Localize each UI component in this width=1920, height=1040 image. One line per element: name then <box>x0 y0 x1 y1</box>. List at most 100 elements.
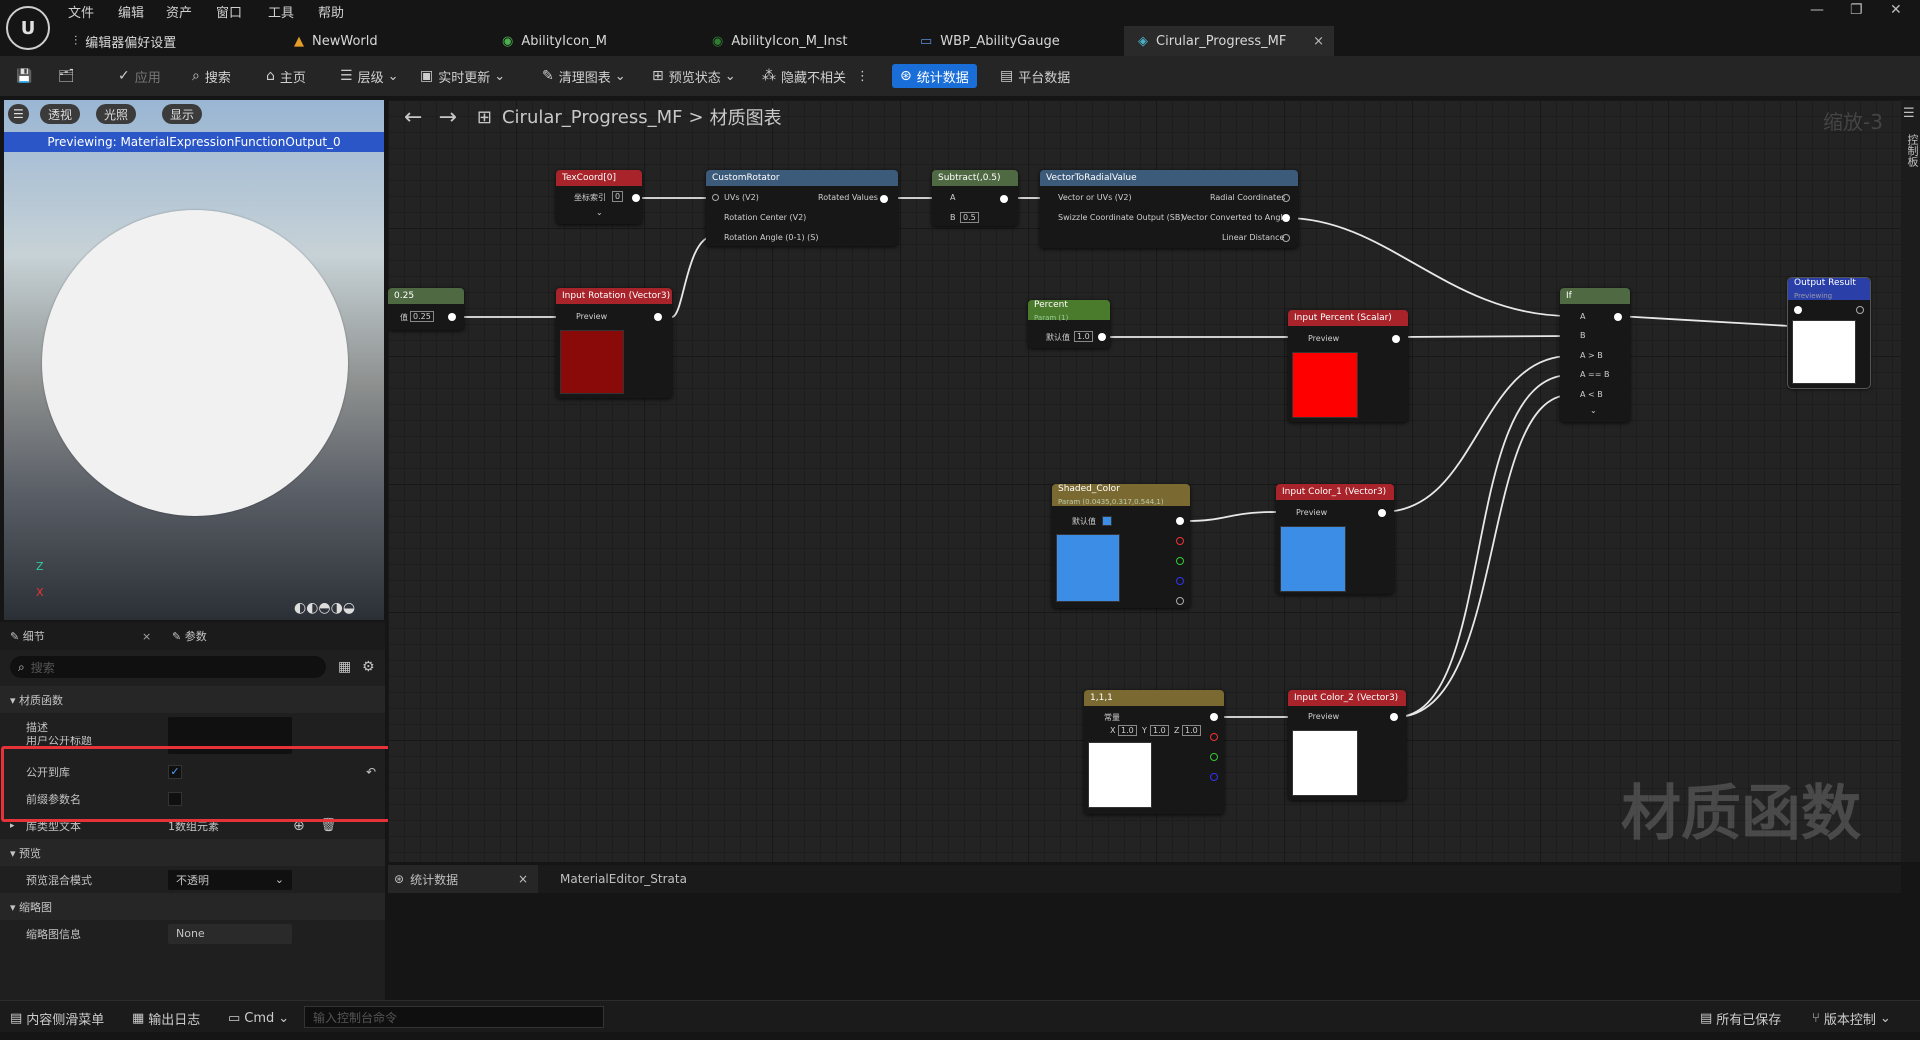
home-button[interactable]: ⌂ 主页 <box>266 64 306 88</box>
details-tab[interactable]: ✎ 细节 <box>10 628 45 644</box>
tab-abilityicon-m-inst[interactable]: ◉ AbilityIcon_M_Inst <box>698 26 898 56</box>
pin-output[interactable] <box>654 313 662 321</box>
node-percent[interactable]: Percent Param (1) 默认值 1.0 <box>1028 300 1110 348</box>
palette-strip[interactable]: ☰ 控制板 <box>1901 100 1920 862</box>
tab-wbp-abilitygauge[interactable]: ▭ WBP_AbilityGauge <box>906 26 1116 56</box>
live-update-button[interactable]: ▣ 实时更新 ⌄ <box>420 64 505 88</box>
node-custom-rotator[interactable]: CustomRotator UVs (V2) Rotation Center (… <box>706 170 898 246</box>
output-log-button[interactable]: ▦ 输出日志 <box>132 1008 200 1028</box>
hide-unrelated-button[interactable]: ⁂ 隐藏不相关 ⋮ <box>762 64 869 88</box>
pin-output-b[interactable] <box>1210 773 1218 781</box>
category-material-function[interactable]: ▾ 材质函数 <box>0 686 385 713</box>
menu-window[interactable]: 窗口 <box>216 2 242 21</box>
show-button[interactable]: 显示 <box>162 104 203 124</box>
pin-input[interactable] <box>712 194 719 201</box>
node-subtract[interactable]: Subtract(,0.5) A B 0.5 <box>932 170 1018 226</box>
settings-gear-icon[interactable]: ⚙ <box>362 659 375 675</box>
pin-output[interactable] <box>1856 306 1864 314</box>
chevron-down-icon[interactable]: ⌄ <box>596 208 603 217</box>
stats-button[interactable]: ⊛ 统计数据 <box>892 64 977 88</box>
chevron-down-icon[interactable]: ⌄ <box>1590 406 1597 415</box>
description-field[interactable] <box>168 716 292 737</box>
node-output-result[interactable]: Output Result Previewing <box>1787 277 1871 389</box>
z-value-field[interactable]: 1.0 <box>1182 725 1201 736</box>
tab-editor-preferences[interactable]: ⫶ 编辑器偏好设置 <box>60 26 260 56</box>
menu-asset[interactable]: 资产 <box>166 2 192 21</box>
search-button[interactable]: ⌕ 搜索 <box>192 64 231 88</box>
details-search-input[interactable]: ⌕ 搜索 <box>10 656 326 678</box>
platform-stats-button[interactable]: ▤ 平台数据 <box>1000 64 1070 88</box>
node-input-color1[interactable]: Input Color_1 (Vector3) Preview <box>1276 484 1394 594</box>
category-preview[interactable]: ▾ 预览 <box>0 839 385 866</box>
params-tab[interactable]: ✎ 参数 <box>172 628 207 644</box>
b-value-field[interactable]: 0.5 <box>960 212 979 223</box>
pin-output-r[interactable] <box>1210 733 1218 741</box>
pin-output[interactable] <box>1176 517 1184 525</box>
pin-output[interactable] <box>1098 333 1106 341</box>
node-const-111[interactable]: 1,1,1 常量 X 1.0 Y 1.0 Z 1.0 <box>1084 690 1224 814</box>
pin-output-r[interactable] <box>1176 537 1184 545</box>
table-view-icon[interactable]: ▦ <box>338 659 351 675</box>
pin-output[interactable] <box>1000 195 1008 203</box>
clean-graph-button[interactable]: ✎ 清理图表 ⌄ <box>542 64 626 88</box>
menu-edit[interactable]: 编辑 <box>118 2 144 21</box>
lit-button[interactable]: 光照 <box>96 104 137 124</box>
node-vector-to-radial[interactable]: VectorToRadialValue Vector or UVs (V2) S… <box>1040 170 1298 248</box>
cmd-dropdown[interactable]: ▭ Cmd ⌄ <box>228 1008 289 1028</box>
preview-state-button[interactable]: ⊞ 预览状态 ⌄ <box>652 64 736 88</box>
tab-strata[interactable]: MaterialEditor_Strata <box>560 872 687 886</box>
viewport-menu-icon[interactable]: ☰ <box>8 104 29 124</box>
thumbnail-info-field[interactable]: None <box>168 923 292 944</box>
pin-output[interactable] <box>448 313 456 321</box>
color-chip[interactable] <box>1102 516 1112 526</box>
node-input-color2[interactable]: Input Color_2 (Vector3) Preview <box>1288 690 1406 800</box>
pin-output[interactable] <box>880 195 888 203</box>
browse-icon[interactable]: 🗂 <box>58 64 75 88</box>
pin-output-g[interactable] <box>1176 557 1184 565</box>
pin-output[interactable] <box>1282 234 1290 242</box>
node-const-025[interactable]: 0.25 值 0.25 <box>388 288 464 330</box>
node-input-rotation[interactable]: Input Rotation (Vector3) Preview <box>556 288 672 398</box>
hierarchy-button[interactable]: ☰ 层级 ⌄ <box>340 64 398 88</box>
preview-blend-mode-dropdown[interactable]: 不透明 ⌄ <box>168 869 292 890</box>
minimize-icon[interactable]: — <box>1810 2 1824 18</box>
tab-close-icon[interactable]: × <box>518 872 528 886</box>
expand-arrow-icon[interactable]: ▸ <box>10 821 15 831</box>
x-value-field[interactable]: 1.0 <box>1118 725 1137 736</box>
unreal-logo-icon[interactable]: U <box>6 6 50 50</box>
node-input-percent[interactable]: Input Percent (Scalar) Preview <box>1288 310 1408 422</box>
menu-help[interactable]: 帮助 <box>318 2 344 21</box>
preview-shape-icons[interactable]: ◐◐◓◑◒ <box>294 600 355 616</box>
pin-output[interactable] <box>1614 313 1622 321</box>
coordinate-index-field[interactable]: 0 <box>612 191 624 202</box>
tab-close-icon[interactable]: × <box>1313 34 1324 49</box>
pin-output-a[interactable] <box>1176 597 1184 605</box>
category-thumbnail[interactable]: ▾ 缩略图 <box>0 893 385 920</box>
tab-newworld[interactable]: ▲ NewWorld <box>280 26 480 56</box>
pin-output[interactable] <box>1392 335 1400 343</box>
node-texcoord[interactable]: TexCoord[0] 坐标索引 0 ⌄ <box>556 170 642 224</box>
material-graph[interactable]: ← → ⊞ Cirular_Progress_MF > 材质图表 缩放-3 Te… <box>388 100 1901 862</box>
pin-input[interactable] <box>1794 306 1802 314</box>
palette-menu-icon[interactable]: ☰ <box>1903 106 1915 121</box>
tab-abilityicon-m[interactable]: ◉ AbilityIcon_M <box>488 26 688 56</box>
node-if[interactable]: If A B A > B A == B A < B ⌄ <box>1560 288 1630 422</box>
save-icon[interactable]: 💾 <box>16 64 32 88</box>
pin-output-g[interactable] <box>1210 753 1218 761</box>
pin-output-b[interactable] <box>1176 577 1184 585</box>
menu-tools[interactable]: 工具 <box>268 2 294 21</box>
perspective-button[interactable]: 透视 <box>40 104 81 124</box>
node-shaded-color[interactable]: Shaded_Color Param (0.0435,0.317,0.544,1… <box>1052 484 1190 608</box>
tab-stats[interactable]: ⊛ 统计数据 × <box>388 865 538 893</box>
details-tab-close-icon[interactable]: × <box>142 630 151 643</box>
pin-output[interactable] <box>1378 509 1386 517</box>
y-value-field[interactable]: 1.0 <box>1150 725 1169 736</box>
more-icon[interactable]: ⋮ <box>856 69 869 84</box>
pin-output[interactable] <box>632 194 640 202</box>
pin-output[interactable] <box>1390 713 1398 721</box>
all-saved-button[interactable]: ▤ 所有已保存 <box>1700 1008 1781 1028</box>
content-drawer-button[interactable]: ▤ 内容侧滑菜单 <box>10 1008 104 1028</box>
pin-output[interactable] <box>1282 194 1290 202</box>
pin-output[interactable] <box>1282 214 1290 222</box>
tab-cirular-progress-mf[interactable]: ◈ Cirular_Progress_MF × <box>1124 26 1334 56</box>
